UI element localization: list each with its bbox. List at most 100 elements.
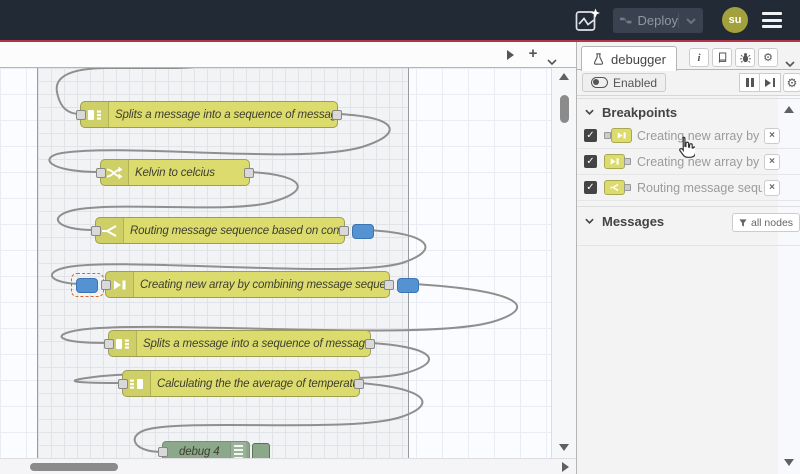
output-port[interactable] (354, 379, 364, 389)
node-split-2[interactable]: Splits a message into a sequence of mess… (104, 330, 375, 357)
user-avatar[interactable]: su (722, 7, 748, 33)
node-label: debug 4 (179, 446, 220, 458)
breakpoint-node-icon (604, 154, 636, 170)
sidebar: debugger i ⚙ Enabled ⚙ Breakpoints ✓ Cre… (576, 42, 800, 474)
node-label: Kelvin to celcius (135, 166, 215, 179)
node-split-1[interactable]: Splits a message into a sequence of mess… (76, 101, 342, 128)
message-filter-button[interactable]: all nodes (732, 213, 800, 232)
input-port[interactable] (158, 447, 168, 457)
breakpoint-pill-output[interactable] (397, 278, 419, 293)
settings-tab-button[interactable]: ⚙ (758, 48, 778, 67)
breakpoints-section-header[interactable]: Breakpoints (577, 100, 800, 124)
node-join-combine[interactable]: Creating new array by combining message … (71, 271, 419, 298)
filter-label: all nodes (751, 216, 794, 229)
main-menu-icon[interactable] (762, 12, 782, 28)
input-port[interactable] (91, 226, 101, 236)
output-port-marker (624, 184, 631, 191)
remove-breakpoint-button[interactable]: × (764, 180, 780, 196)
breakpoint-label: Creating new array by combining message … (637, 155, 762, 169)
bug-icon (739, 53, 751, 63)
debug-node-icon (229, 442, 246, 458)
info-tab-button[interactable]: i (689, 48, 709, 67)
debug-enable-toggle[interactable] (252, 443, 270, 458)
section-divider (577, 98, 800, 99)
breakpoint-pill-input[interactable] (76, 278, 98, 293)
deploy-label: Deploy (637, 13, 678, 28)
remove-breakpoint-button[interactable]: × (764, 128, 780, 144)
toggle-icon (591, 77, 608, 88)
vertical-scroll-thumb[interactable] (560, 95, 569, 123)
scroll-up-icon[interactable] (559, 73, 569, 80)
breakpoint-label: Routing message sequence based on condit… (637, 181, 762, 195)
flow-assistant-icon[interactable] (574, 7, 601, 34)
input-port[interactable] (118, 379, 128, 389)
node-switch-routing[interactable]: Routing message sequence based on condit… (91, 217, 374, 244)
debugger-settings-button[interactable]: ⚙ (783, 73, 800, 92)
canvas-horizontal-scrollbar[interactable] (0, 458, 576, 474)
flask-icon (593, 53, 604, 65)
deploy-options-caret[interactable] (678, 13, 696, 28)
workspace: + Splits a message into a sequence of me… (0, 42, 576, 474)
output-port[interactable] (365, 339, 375, 349)
book-icon (718, 52, 726, 63)
breakpoint-checkbox[interactable]: ✓ (584, 181, 597, 194)
step-button[interactable] (760, 73, 781, 92)
pause-button[interactable] (739, 73, 760, 92)
node-label: Splits a message into a sequence of mess… (143, 337, 370, 350)
output-port[interactable] (332, 110, 342, 120)
breakpoint-checkbox[interactable]: ✓ (584, 129, 597, 142)
canvas-vertical-scrollbar[interactable] (551, 68, 576, 458)
input-port-marker (604, 132, 611, 139)
tab-scroll-right-icon[interactable] (507, 50, 514, 60)
deploy-button[interactable]: Deploy (613, 8, 703, 33)
tab-debugger[interactable]: debugger (581, 46, 677, 71)
node-label: Creating new array by combining message … (140, 278, 389, 291)
sidebar-scroll-down-icon[interactable] (784, 459, 794, 466)
output-port[interactable] (384, 280, 394, 290)
debugger-controls (739, 73, 781, 92)
horizontal-scroll-thumb[interactable] (30, 463, 118, 471)
add-flow-button[interactable]: + (525, 45, 541, 63)
flow-tab-bar: + (0, 42, 576, 68)
gear-icon: ⚙ (763, 52, 773, 64)
section-divider (577, 245, 800, 246)
node-change-kelvin[interactable]: Kelvin to celcius (96, 159, 254, 186)
output-port[interactable] (339, 226, 349, 236)
input-port[interactable] (101, 280, 111, 290)
node-red-app: Deploy su + Splits a message into a sequ… (0, 0, 800, 474)
output-port-marker (624, 158, 631, 165)
breakpoint-node-icon (604, 128, 636, 144)
scroll-right-icon[interactable] (562, 462, 569, 472)
input-port[interactable] (104, 339, 114, 349)
tab-debugger-label: debugger (611, 51, 666, 67)
input-port[interactable] (96, 168, 106, 178)
flow-canvas[interactable]: Splits a message into a sequence of mess… (0, 68, 551, 458)
gear-icon: ⚙ (786, 75, 798, 90)
breakpoint-item[interactable]: ✓ Routing message sequence based on cond… (577, 175, 800, 201)
output-port[interactable] (244, 168, 254, 178)
breakpoint-pill-output[interactable] (352, 224, 374, 239)
deploy-icon (620, 17, 632, 24)
breakpoint-checkbox[interactable]: ✓ (584, 155, 597, 168)
scroll-down-icon[interactable] (559, 444, 569, 451)
node-debug-4[interactable]: debug 4 (158, 441, 250, 458)
node-join-average[interactable]: Calculating the the average of temperatu… (118, 370, 364, 397)
header-bar: Deploy su (0, 0, 800, 40)
help-book-button[interactable] (712, 48, 732, 67)
breakpoint-node-icon (604, 180, 636, 196)
node-label: Splits a message into a sequence of mess… (115, 108, 337, 121)
node-label: Routing message sequence based on condit… (130, 224, 344, 237)
mouse-cursor-hand (679, 136, 695, 158)
remove-breakpoint-button[interactable]: × (764, 154, 780, 170)
debug-tab-button[interactable] (735, 48, 755, 67)
messages-title: Messages (602, 213, 665, 229)
node-label: Calculating the the average of temperatu… (157, 377, 359, 390)
chevron-down-icon (585, 109, 594, 115)
sidebar-scroll-up-icon[interactable] (784, 106, 794, 113)
messages-section-header[interactable]: Messages all nodes (577, 209, 800, 233)
enabled-label: Enabled (613, 75, 658, 90)
filter-funnel-icon (739, 218, 747, 227)
chevron-down-icon (585, 218, 594, 224)
input-port[interactable] (76, 110, 86, 120)
debugger-enabled-toggle[interactable]: Enabled (582, 73, 667, 92)
